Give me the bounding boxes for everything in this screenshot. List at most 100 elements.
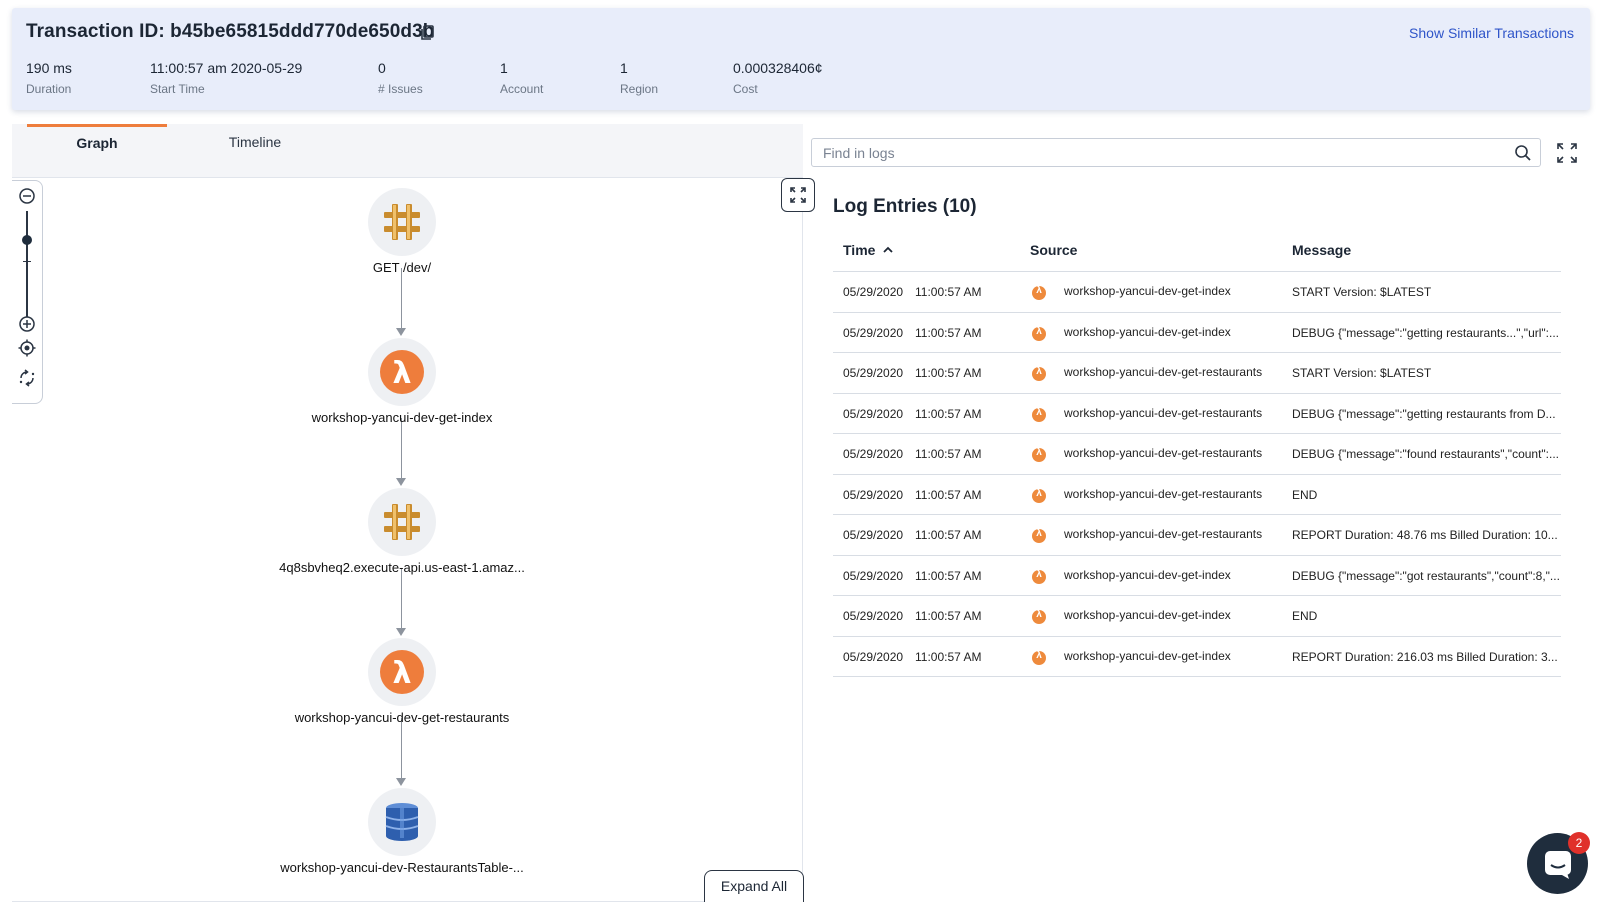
log-row[interactable]: 05/29/2020 11:00:57 AM workshop-yancui-d… [833, 394, 1561, 434]
sort-ascending-icon [883, 246, 893, 253]
tab-timeline[interactable]: Timeline [185, 124, 325, 178]
log-time: 11:00:57 AM [915, 528, 982, 542]
stat-label: # Issues [378, 82, 423, 96]
zoom-track[interactable] [26, 211, 28, 317]
zoom-in-icon[interactable] [18, 315, 36, 333]
log-entries-title: Log Entries (10) [833, 196, 977, 217]
graph-node-dynamodb[interactable]: workshop-yancui-dev-RestaurantsTable-... [252, 788, 552, 875]
graph-node-lambda[interactable]: λ workshop-yancui-dev-get-restaurants [252, 638, 552, 725]
view-tabs: Graph Timeline [12, 124, 803, 178]
zoom-out-icon[interactable] [18, 187, 36, 205]
lambda-icon [1032, 285, 1046, 300]
stat-value: 190 ms [26, 60, 72, 76]
node-label: workshop-yancui-dev-get-restaurants [294, 710, 510, 725]
log-message: DEBUG {"message":"getting restaurants...… [1292, 325, 1559, 340]
log-source: workshop-yancui-dev-get-restaurants [1064, 446, 1263, 460]
column-header-time-label: Time [843, 242, 876, 258]
stat-label: Duration [26, 82, 72, 96]
tab-graph[interactable]: Graph [27, 124, 167, 178]
lambda-icon [1032, 609, 1046, 624]
log-source: workshop-yancui-dev-get-restaurants [1064, 486, 1263, 501]
expand-all-button[interactable]: Expand All [704, 870, 804, 902]
log-message: DEBUG {"message":"got restaurants","coun… [1292, 568, 1560, 583]
graph-edge [401, 568, 402, 628]
log-message: START Version: $LATEST [1292, 366, 1432, 380]
node-label: workshop-yancui-dev-get-index [311, 410, 493, 425]
column-header-source[interactable]: Source [1030, 242, 1077, 258]
chat-icon [1545, 851, 1571, 879]
stat-value: 1 [500, 60, 508, 76]
svg-text:λ: λ [393, 356, 412, 391]
zoom-control [12, 180, 43, 404]
log-row[interactable]: 05/29/2020 11:00:57 AM workshop-yancui-d… [833, 556, 1561, 596]
graph-node-api-gateway[interactable]: GET /dev/ [252, 188, 552, 275]
fit-to-screen-button[interactable] [781, 178, 815, 212]
lambda-icon [1032, 366, 1046, 381]
lambda-icon [1032, 326, 1046, 341]
log-date: 05/29/2020 [843, 366, 904, 380]
api-gateway-icon [368, 188, 436, 256]
log-search-input[interactable] [812, 139, 1492, 166]
log-message: DEBUG {"message":"getting restaurants fr… [1292, 406, 1556, 421]
log-row[interactable]: 05/29/2020 11:00:57 AM workshop-yancui-d… [833, 313, 1561, 353]
log-row[interactable]: 05/29/2020 11:00:57 AM workshop-yancui-d… [833, 596, 1561, 637]
log-row[interactable]: 05/29/2020 11:00:57 AM workshop-yancui-d… [833, 515, 1561, 556]
stat-duration: 190 ms Duration [26, 60, 72, 96]
zoom-slider-handle[interactable] [22, 235, 32, 245]
log-row[interactable]: 05/29/2020 11:00:57 AM workshop-yancui-d… [833, 353, 1561, 394]
log-time: 11:00:57 AM [915, 325, 982, 340]
zoom-tick [23, 261, 31, 262]
log-source: workshop-yancui-dev-get-index [1064, 567, 1231, 582]
log-message: END [1292, 609, 1318, 623]
stat-value: 0.000328406¢ [733, 60, 823, 76]
center-target-icon[interactable] [18, 339, 36, 357]
node-label: 4q8sbvheq2.execute-api.us-east-1.amaz... [279, 560, 525, 575]
stat-region: 1 Region [620, 60, 658, 96]
log-row[interactable]: 05/29/2020 11:00:57 AM workshop-yancui-d… [833, 272, 1561, 313]
stat-cost: 0.000328406¢ Cost [733, 60, 823, 96]
log-time: 11:00:57 AM [915, 447, 982, 461]
column-header-message[interactable]: Message [1292, 242, 1351, 258]
log-source: workshop-yancui-dev-get-index [1064, 648, 1231, 663]
log-row[interactable]: 05/29/2020 11:00:57 AM workshop-yancui-d… [833, 637, 1561, 677]
graph-edge [401, 418, 402, 478]
edge-arrow [396, 778, 406, 786]
log-row[interactable]: 05/29/2020 11:00:57 AM workshop-yancui-d… [833, 475, 1561, 515]
log-time: 11:00:57 AM [915, 285, 982, 299]
api-gateway-icon [368, 488, 436, 556]
fullscreen-icon[interactable] [1556, 142, 1578, 164]
stat-value: 11:00:57 am 2020-05-29 [150, 60, 303, 76]
graph-node-lambda[interactable]: λ workshop-yancui-dev-get-index [252, 338, 552, 425]
copy-icon[interactable] [421, 25, 437, 43]
log-table-header: Time Source Message [833, 234, 1561, 272]
reset-layout-icon[interactable] [18, 369, 36, 387]
show-similar-transactions-link[interactable]: Show Similar Transactions [1409, 25, 1574, 41]
graph-node-api-gateway[interactable]: 4q8sbvheq2.execute-api.us-east-1.amaz... [252, 488, 552, 575]
log-message: START Version: $LATEST [1292, 285, 1432, 299]
log-date: 05/29/2020 [843, 447, 904, 461]
stat-label: Account [500, 82, 544, 96]
log-date: 05/29/2020 [843, 528, 904, 542]
log-date: 05/29/2020 [843, 406, 904, 421]
graph-edge [401, 718, 402, 778]
search-icon[interactable] [1514, 144, 1532, 167]
stat-value: 0 [378, 60, 386, 76]
log-message: END [1292, 487, 1318, 502]
lambda-icon: λ [368, 338, 436, 406]
stat-label: Cost [733, 82, 758, 96]
log-time: 11:00:57 AM [915, 366, 982, 380]
log-source: workshop-yancui-dev-get-restaurants [1064, 405, 1263, 420]
transaction-title: Transaction ID: b45be65815ddd770de650d3b [26, 21, 435, 42]
log-row[interactable]: 05/29/2020 11:00:57 AM workshop-yancui-d… [833, 434, 1561, 475]
stat-label: Start Time [150, 82, 205, 96]
log-time: 11:00:57 AM [915, 649, 982, 664]
log-source: workshop-yancui-dev-get-index [1064, 608, 1231, 622]
stat-start-time: 11:00:57 am 2020-05-29 Start Time [150, 60, 302, 96]
stat-label: Region [620, 82, 659, 96]
notification-badge: 2 [1568, 832, 1590, 854]
lambda-icon [1032, 528, 1046, 543]
column-header-time[interactable]: Time [843, 242, 893, 258]
lambda-icon [1032, 569, 1046, 584]
stat-issues: 0 # Issues [378, 60, 423, 96]
log-date: 05/29/2020 [843, 285, 904, 299]
